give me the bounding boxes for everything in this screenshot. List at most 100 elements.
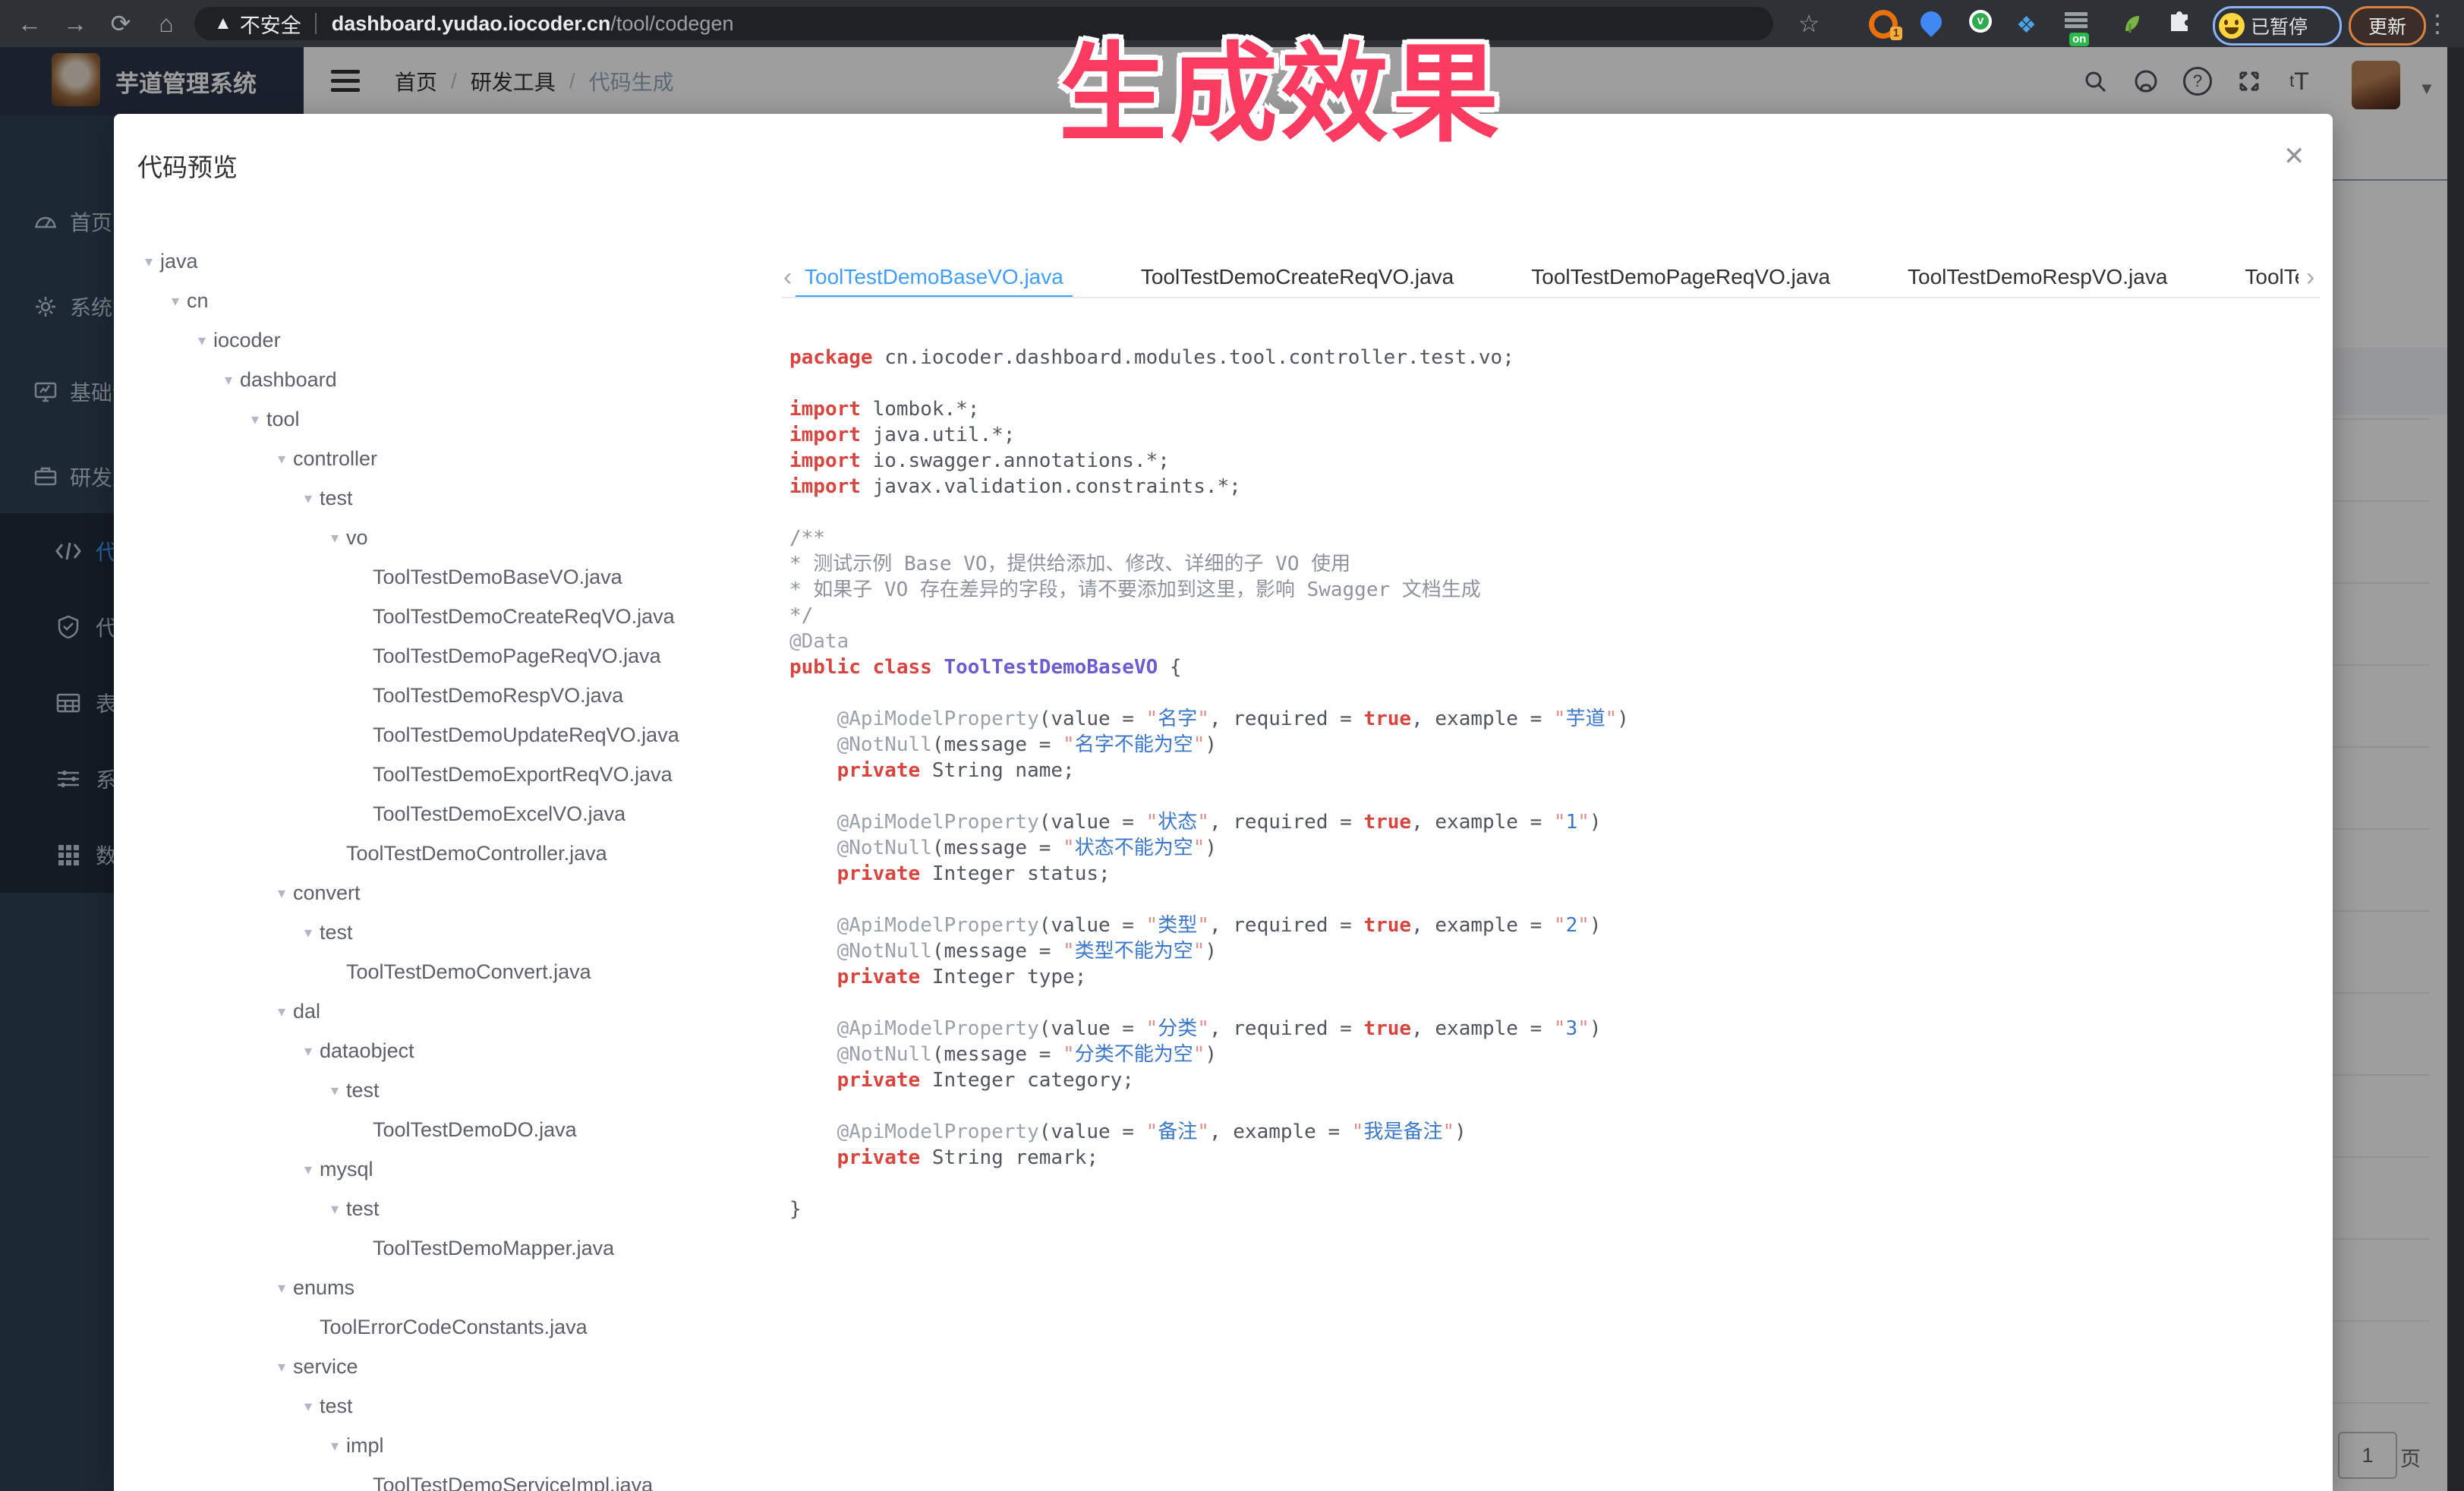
caret-down-icon[interactable]: ▾ — [137, 252, 160, 271]
extension-green-icon[interactable]: v — [1969, 10, 1996, 37]
tree-folder[interactable]: ▾vo — [114, 518, 782, 557]
tree-file[interactable]: ToolTestDemoMapper.java — [114, 1228, 782, 1268]
code-line: import io.swagger.annotations.*; — [789, 448, 1629, 474]
tree-folder[interactable]: ▾test — [114, 1070, 782, 1110]
tree-label: tool — [266, 408, 300, 431]
home-icon[interactable]: ⌂ — [147, 0, 185, 47]
extension-diamond-icon[interactable]: ❖ — [2016, 12, 2043, 39]
security-label[interactable]: 不安全 — [240, 9, 301, 39]
tree-file[interactable]: ToolTestDemoExportReqVO.java — [114, 755, 782, 794]
code-line — [789, 370, 1629, 396]
tree-file[interactable]: ToolTestDemoPageReqVO.java — [114, 636, 782, 676]
caret-down-icon[interactable]: ▾ — [270, 1278, 293, 1297]
tree-folder[interactable]: ▾test — [114, 1386, 782, 1426]
extension-orange-icon[interactable]: 1 — [1869, 10, 1896, 37]
kebab-menu-icon[interactable]: ⋮ — [2418, 0, 2456, 47]
code-line: @NotNull(message = "状态不能为空") — [789, 835, 1629, 861]
tree-label: ToolTestDemoMapper.java — [373, 1237, 614, 1260]
tree-label: ToolTestDemoBaseVO.java — [373, 566, 622, 589]
tree-file[interactable]: ToolErrorCodeConstants.java — [114, 1307, 782, 1347]
code-line: */ — [789, 603, 1629, 629]
tree-label: controller — [293, 447, 377, 471]
tree-label: ToolTestDemoConvert.java — [346, 960, 591, 984]
tabs-scroll-left-icon[interactable]: ‹ — [783, 263, 792, 292]
file-tab[interactable]: ToolTestDemoCreateReqVO.java — [1132, 255, 1463, 298]
security-warning-icon: ▲ — [214, 13, 232, 34]
caret-down-icon[interactable]: ▾ — [297, 1397, 320, 1416]
back-icon[interactable]: ← — [11, 0, 49, 47]
tree-folder[interactable]: ▾service — [114, 1347, 782, 1386]
close-icon[interactable]: ✕ — [2283, 141, 2305, 172]
tree-folder[interactable]: ▾iocoder — [114, 320, 782, 360]
caret-down-icon[interactable]: ▾ — [270, 1357, 293, 1376]
tree-folder[interactable]: ▾mysql — [114, 1149, 782, 1189]
tabs-scroll-right-icon[interactable]: › — [2306, 263, 2314, 292]
caret-down-icon[interactable]: ▾ — [297, 923, 320, 942]
tree-label: impl — [346, 1434, 384, 1458]
caret-down-icon[interactable]: ▾ — [191, 331, 213, 350]
tree-file[interactable]: ToolTestDemoServiceImpl.java — [114, 1465, 782, 1491]
tree-folder[interactable]: ▾cn — [114, 281, 782, 320]
tree-folder[interactable]: ▾dataobject — [114, 1031, 782, 1070]
bookmark-star-icon[interactable]: ☆ — [1790, 0, 1828, 47]
caret-down-icon[interactable]: ▾ — [323, 1081, 346, 1100]
tree-file[interactable]: ToolTestDemoConvert.java — [114, 952, 782, 991]
extensions-puzzle-icon[interactable] — [2166, 10, 2194, 37]
tree-folder[interactable]: ▾java — [114, 241, 782, 281]
tree-label: ToolErrorCodeConstants.java — [320, 1316, 588, 1339]
code-line: @ApiModelProperty(value = "类型", required… — [789, 913, 1629, 938]
caret-down-icon[interactable]: ▾ — [244, 410, 266, 429]
tree-folder[interactable]: ▾enums — [114, 1268, 782, 1307]
code-line: * 测试示例 Base VO，提供给添加、修改、详细的子 VO 使用 — [789, 551, 1629, 577]
caret-down-icon[interactable]: ▾ — [323, 528, 346, 547]
file-tab[interactable]: ToolTestDemoBaseVO.java — [796, 255, 1073, 298]
browser-update-button[interactable]: 更新 — [2349, 6, 2426, 46]
tree-file[interactable]: ToolTestDemoRespVO.java — [114, 676, 782, 715]
file-tab[interactable]: ToolTestDemoUpdateReqVO.java — [2236, 255, 2299, 298]
caret-down-icon[interactable]: ▾ — [323, 1436, 346, 1455]
caret-down-icon[interactable]: ▾ — [270, 449, 293, 468]
tree-folder[interactable]: ▾dashboard — [114, 360, 782, 399]
caret-down-icon[interactable]: ▾ — [270, 1002, 293, 1021]
tree-file[interactable]: ToolTestDemoController.java — [114, 834, 782, 873]
tree-label: dataobject — [320, 1039, 414, 1063]
tree-file[interactable]: ToolTestDemoCreateReqVO.java — [114, 597, 782, 636]
caret-down-icon[interactable]: ▾ — [297, 489, 320, 508]
tree-folder[interactable]: ▾controller — [114, 439, 782, 478]
tree-file[interactable]: ToolTestDemoUpdateReqVO.java — [114, 715, 782, 755]
tree-folder[interactable]: ▾test — [114, 478, 782, 518]
tree-folder[interactable]: ▾test — [114, 1189, 782, 1228]
tree-label: dashboard — [240, 368, 337, 392]
extension-list-icon[interactable]: on — [2065, 10, 2092, 37]
tree-file[interactable]: ToolTestDemoExcelVO.java — [114, 794, 782, 834]
extension-sprout-icon[interactable] — [2118, 10, 2145, 37]
code-line: private Integer category; — [789, 1067, 1629, 1093]
tree-folder[interactable]: ▾test — [114, 913, 782, 952]
paused-label: 已暂停 — [2251, 12, 2308, 39]
tree-folder[interactable]: ▾tool — [114, 399, 782, 439]
caret-down-icon[interactable]: ▾ — [323, 1199, 346, 1218]
caret-down-icon[interactable]: ▾ — [297, 1042, 320, 1061]
file-tab[interactable]: ToolTestDemoPageReqVO.java — [1522, 255, 1839, 298]
reload-icon[interactable]: ⟳ — [102, 0, 140, 47]
forward-icon[interactable]: → — [56, 0, 94, 47]
tree-file[interactable]: ToolTestDemoDO.java — [114, 1110, 782, 1149]
tampermonkey-paused-chip[interactable]: 已暂停 — [2213, 6, 2342, 46]
tree-file[interactable]: ToolTestDemoBaseVO.java — [114, 557, 782, 597]
caret-down-icon[interactable]: ▾ — [297, 1160, 320, 1179]
emoji-face-icon — [2219, 13, 2245, 39]
tree-label: ToolTestDemoExportReqVO.java — [373, 763, 673, 786]
tree-folder[interactable]: ▾convert — [114, 873, 782, 913]
code-line: @ApiModelProperty(value = "状态", required… — [789, 809, 1629, 835]
url-bar[interactable]: ▲ 不安全 dashboard.yudao.iocoder.cn /tool/c… — [194, 7, 1773, 40]
code-line: @NotNull(message = "分类不能为空") — [789, 1042, 1629, 1067]
tree-folder[interactable]: ▾impl — [114, 1426, 782, 1465]
caret-down-icon[interactable]: ▾ — [164, 292, 187, 310]
tree-label: mysql — [320, 1158, 373, 1181]
file-tabs: ToolTestDemoBaseVO.java ToolTestDemoCreat… — [796, 255, 2299, 298]
caret-down-icon[interactable]: ▾ — [217, 370, 240, 389]
caret-down-icon[interactable]: ▾ — [270, 884, 293, 903]
extension-pin-icon[interactable] — [1920, 11, 1948, 39]
file-tab[interactable]: ToolTestDemoRespVO.java — [1898, 255, 2176, 298]
tree-folder[interactable]: ▾dal — [114, 991, 782, 1031]
